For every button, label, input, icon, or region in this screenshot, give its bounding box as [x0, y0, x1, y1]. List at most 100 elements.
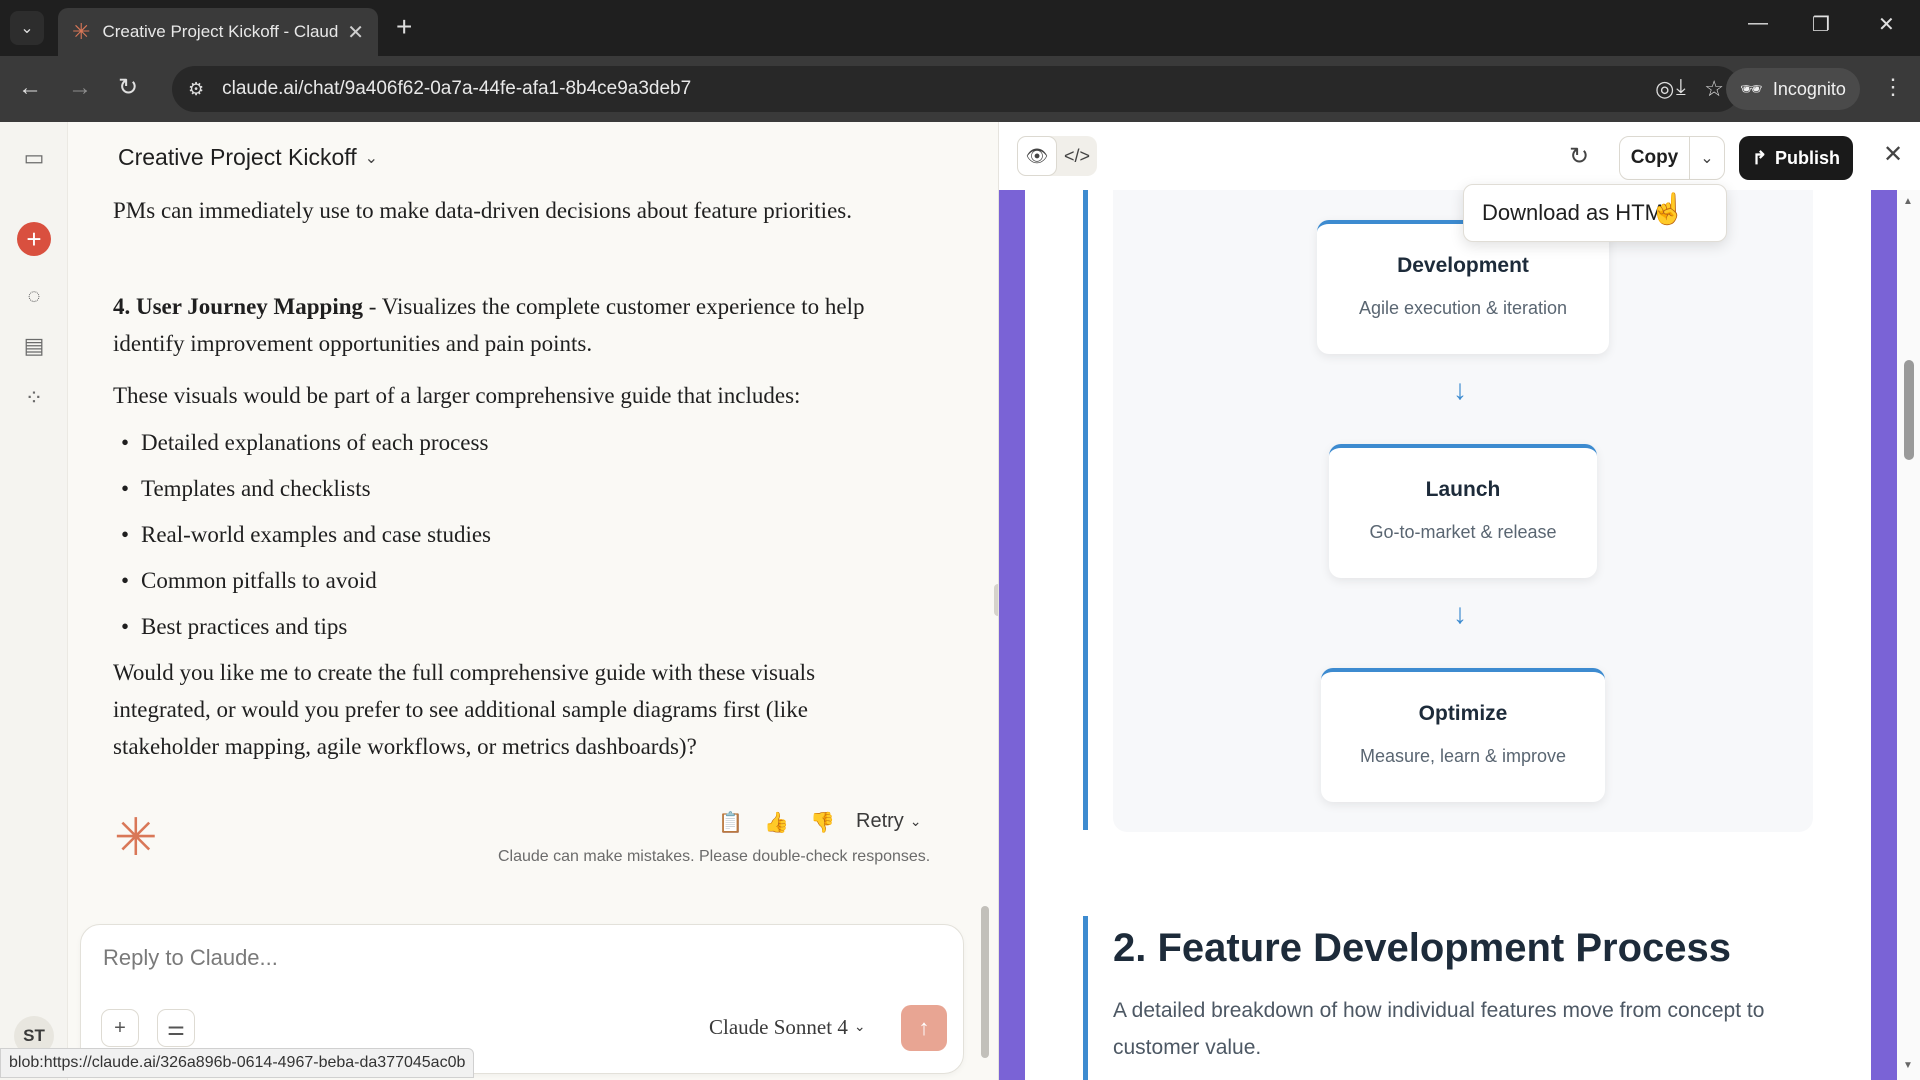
thumbs-down-icon[interactable]: 👎: [810, 810, 835, 835]
bullet-list: Detailed explanations of each process Te…: [113, 420, 913, 650]
chevron-down-icon: ⌄: [364, 149, 379, 167]
chats-icon[interactable]: ◌: [20, 282, 48, 310]
stage-card-launch: Launch Go-to-market & release: [1329, 444, 1597, 578]
chat-panel: Creative Project Kickoff ⌄ PMs can immed…: [68, 122, 998, 1080]
status-url-bar: blob:https://claude.ai/326a896b-0614-496…: [0, 1048, 475, 1078]
publish-label: Publish: [1775, 147, 1841, 168]
tools-button[interactable]: ⚌: [157, 1009, 195, 1047]
attach-button[interactable]: +: [101, 1009, 139, 1047]
incognito-label: Incognito: [1772, 78, 1846, 99]
list-item: Best practices and tips: [113, 604, 913, 650]
artifact-panel: 👁 </> ↻ Copy ⌄ ↱ Publish ✕ Download as H…: [998, 122, 1920, 1080]
code-icon[interactable]: </>: [1057, 136, 1097, 176]
retry-button[interactable]: Retry ⌄: [856, 810, 922, 833]
list-item: Real-world examples and case studies: [113, 512, 913, 558]
artifact-preview: Development Agile execution & iteration …: [999, 190, 1920, 1080]
arrow-up-icon: ↑: [918, 1015, 930, 1040]
incognito-icon: 🕶: [1740, 78, 1763, 99]
list-item: Detailed explanations of each process: [113, 420, 913, 466]
hand-pointer-icon: ☝: [1649, 193, 1687, 226]
forward-icon[interactable]: →: [68, 74, 92, 102]
chat-title-button[interactable]: Creative Project Kickoff ⌄: [118, 144, 378, 171]
disclaimer-text: Claude can make mistakes. Please double-…: [498, 848, 931, 865]
reload-icon[interactable]: ↻: [118, 74, 138, 102]
browser-menu-icon[interactable]: ⋮: [1882, 74, 1904, 100]
reply-input[interactable]: Reply to Claude...: [103, 945, 278, 971]
section-accent-line: [1083, 190, 1088, 830]
minimize-icon[interactable]: —: [1748, 12, 1768, 35]
item-heading: 4. User Journey Mapping: [113, 294, 364, 319]
browser-tab-bar: ⌄ ✳ Creative Project Kickoff - Claude ✕ …: [0, 0, 1920, 56]
section-accent-line: [1083, 916, 1088, 1080]
browser-tab[interactable]: ✳ Creative Project Kickoff - Claude ✕: [58, 8, 378, 56]
url-text[interactable]: claude.ai/chat/9a406f62-0a7a-44fe-afa1-8…: [222, 78, 1625, 100]
address-bar[interactable]: ⚙ claude.ai/chat/9a406f62-0a7a-44fe-afa1…: [172, 66, 1740, 112]
new-tab-button[interactable]: +: [396, 12, 412, 42]
artifact-scrollbar[interactable]: ▲ ▼: [1897, 190, 1920, 1080]
download-as-html-menu-item[interactable]: Download as HTML: [1463, 184, 1727, 242]
model-selector[interactable]: Claude Sonnet 4 ⌄: [709, 1015, 866, 1040]
retry-label: Retry: [856, 810, 904, 832]
page-title: Creative Project Kickoff: [118, 144, 357, 170]
eye-icon[interactable]: 👁: [1017, 136, 1057, 176]
list-item: Common pitfalls to avoid: [113, 558, 913, 604]
restore-icon[interactable]: ❐: [1812, 12, 1830, 37]
publish-button[interactable]: ↱ Publish: [1739, 136, 1853, 180]
close-icon[interactable]: ✕: [1883, 140, 1903, 169]
sidebar-rail: ▭ + ◌ ▤ ⁘ ST: [0, 122, 68, 1080]
back-icon[interactable]: ←: [18, 74, 42, 102]
projects-icon[interactable]: ▤: [20, 332, 48, 360]
share-arrow-icon: ↱: [1751, 147, 1768, 168]
arrow-down-icon: ↓: [1453, 598, 1467, 629]
stage-desc: Agile execution & iteration: [1358, 298, 1568, 318]
message-paragraph: Would you like me to create the full com…: [113, 660, 816, 759]
message-paragraph: PMs can immediately use to make data-dri…: [113, 198, 852, 223]
site-settings-icon[interactable]: ⚙: [188, 79, 204, 100]
browser-toolbar: ← → ↻ ⚙ claude.ai/chat/9a406f62-0a7a-44f…: [0, 56, 1920, 122]
refresh-icon[interactable]: ↻: [1569, 142, 1589, 171]
chat-scrollbar[interactable]: [981, 906, 989, 1058]
stage-title: Development: [1397, 254, 1529, 277]
thumbs-up-icon[interactable]: 👍: [764, 810, 789, 835]
page-background: [999, 190, 1025, 1080]
page-background: [1871, 190, 1897, 1080]
artifact-header: 👁 </> ↻ Copy ⌄ ↱ Publish ✕: [999, 122, 1920, 190]
claude-logo-icon: ✳: [114, 809, 158, 867]
window-close-icon[interactable]: ✕: [1878, 12, 1895, 37]
chevron-down-icon: ⌄: [20, 20, 34, 37]
message-paragraph: These visuals would be part of a larger …: [113, 383, 801, 408]
view-toggle: 👁 </>: [1017, 136, 1097, 176]
model-label: Claude Sonnet 4: [709, 1015, 848, 1039]
scroll-down-icon[interactable]: ▼: [1903, 1060, 1913, 1071]
download-icon[interactable]: ⤓: [1676, 74, 1686, 100]
stage-card-optimize: Optimize Measure, learn & improve: [1321, 668, 1605, 802]
stage-title: Optimize: [1418, 702, 1508, 725]
section-heading: 2. Feature Development Process: [1113, 926, 1732, 970]
stage-desc: Go-to-market & release: [1369, 522, 1557, 542]
scroll-up-icon[interactable]: ▲: [1903, 196, 1913, 207]
send-button[interactable]: ↑: [901, 1005, 947, 1051]
arrow-down-icon: ↓: [1453, 374, 1467, 405]
stage-desc: Measure, learn & improve: [1359, 746, 1567, 766]
message-paragraph: 4. User Journey Mapping - Visualizes the…: [113, 288, 913, 362]
incognito-badge[interactable]: 🕶 Incognito: [1726, 68, 1860, 110]
stage-title: Launch: [1425, 478, 1501, 501]
claude-asterisk-icon: ✳: [72, 19, 91, 44]
scrollbar-thumb[interactable]: [1904, 360, 1914, 460]
copy-message-icon[interactable]: 📋: [718, 810, 743, 835]
tab-search-button[interactable]: ⌄: [10, 11, 44, 45]
document-content: Development Agile execution & iteration …: [1025, 190, 1871, 1080]
close-tab-icon[interactable]: ✕: [347, 20, 364, 45]
chevron-down-icon: ⌄: [853, 1020, 866, 1035]
copy-options-chevron-icon[interactable]: ⌄: [1690, 137, 1724, 179]
copy-button[interactable]: Copy: [1620, 137, 1690, 179]
eye-off-icon[interactable]: ◎: [1655, 76, 1674, 102]
sidebar-toggle-icon[interactable]: ▭: [20, 144, 48, 172]
star-icon[interactable]: ☆: [1704, 76, 1724, 102]
list-item: Templates and checklists: [113, 466, 913, 512]
new-chat-button[interactable]: +: [17, 222, 51, 256]
section-description: A detailed breakdown of how individual f…: [1113, 999, 1765, 1059]
tab-title: Creative Project Kickoff - Claude: [102, 22, 340, 41]
artifacts-icon[interactable]: ⁘: [20, 384, 48, 412]
chevron-down-icon: ⌄: [909, 813, 922, 829]
